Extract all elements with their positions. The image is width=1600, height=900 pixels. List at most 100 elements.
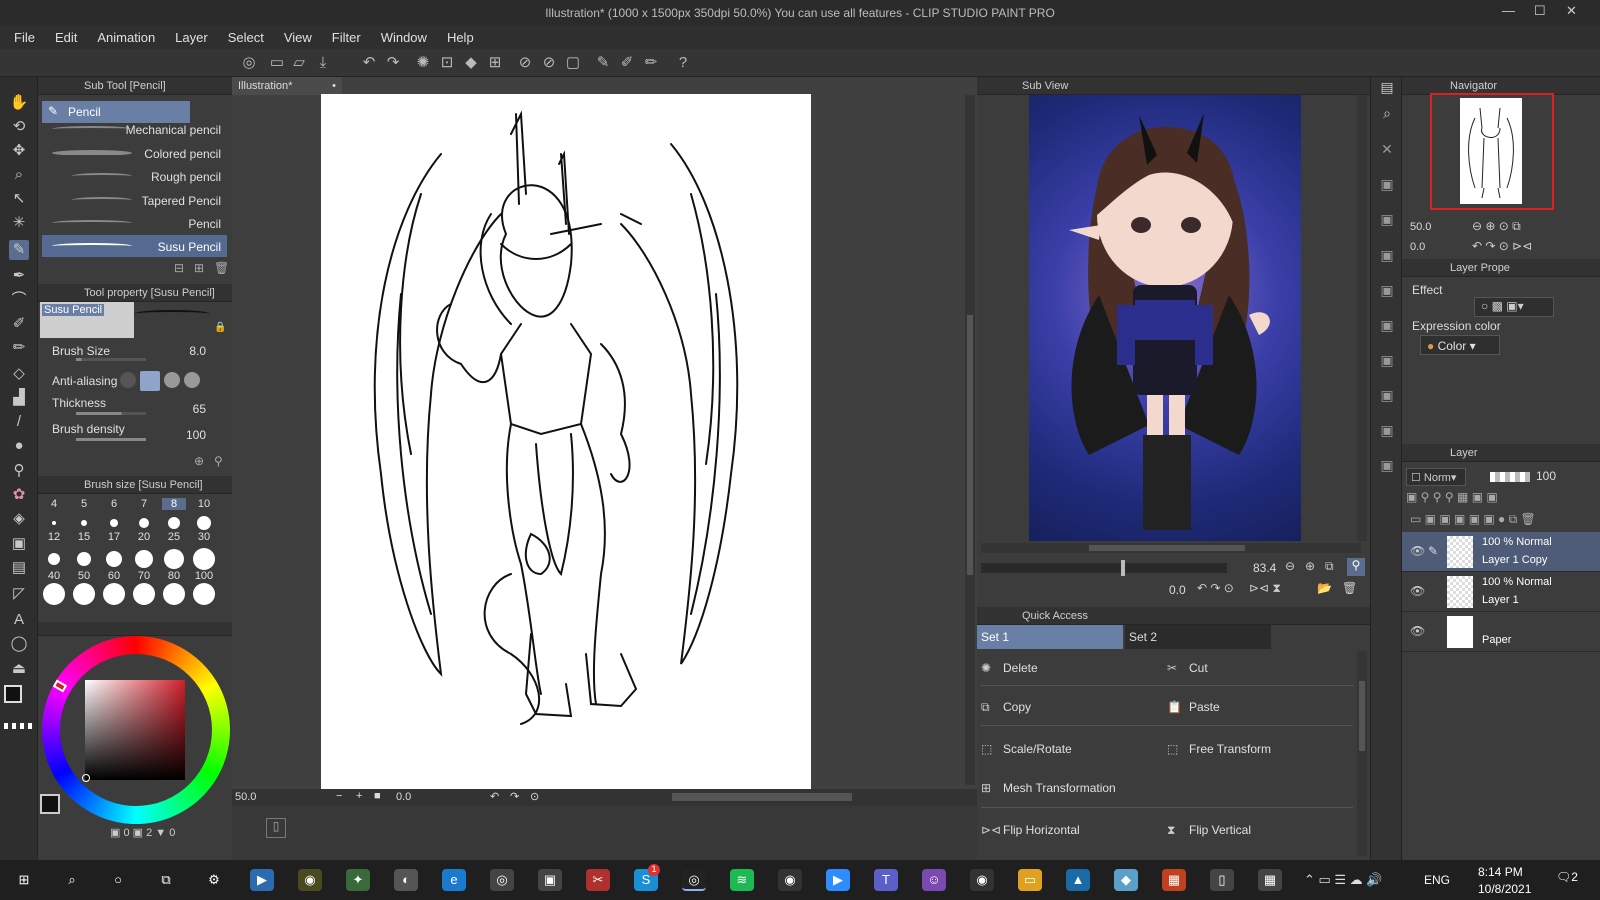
brush-size-row[interactable]: Brush Size 8.0	[52, 344, 222, 361]
minimize-icon[interactable]: —	[1502, 3, 1515, 18]
brush-size-dot[interactable]	[81, 520, 87, 526]
brush-size-option[interactable]: 7	[132, 498, 156, 510]
quick-flip-horizontal-button[interactable]: ⊳⊲ Flip Horizontal	[981, 823, 1080, 837]
brush-size-option[interactable]: 4	[42, 498, 66, 510]
sub-view-delete-icon[interactable]: 🗑	[1342, 581, 1357, 595]
panel-icon-10[interactable]: ▣	[1377, 385, 1397, 405]
windows-start-icon[interactable]: ⊞	[12, 869, 36, 891]
redo-icon[interactable]: ↷	[384, 54, 402, 72]
text-icon[interactable]: A	[9, 610, 29, 630]
sub-tool-rough-pencil[interactable]: Rough pencil	[42, 165, 227, 187]
search-icon[interactable]: ⌕	[60, 869, 84, 891]
layer-row[interactable]: 👁 100 % Normal Layer 1	[1402, 572, 1600, 612]
blend-mode-select[interactable]: ☐ Norm▾	[1406, 468, 1466, 486]
brush-size-dot[interactable]	[197, 516, 211, 530]
aa-weak-icon[interactable]	[140, 371, 160, 391]
panel-icon-4[interactable]: ▣	[1377, 174, 1397, 194]
hand-icon[interactable]: ✋	[9, 93, 29, 113]
cortana-icon[interactable]: ○	[106, 869, 130, 891]
menu-layer[interactable]: Layer	[165, 25, 218, 45]
brush-size-option[interactable]: 6	[102, 498, 126, 510]
brush-size-option[interactable]: 100	[192, 570, 216, 582]
brush-size-dot[interactable]	[43, 583, 65, 605]
file-explorer-icon[interactable]: ▭	[1018, 869, 1042, 891]
brush-size-option[interactable]: 40	[42, 570, 66, 582]
navigator-zoom-value[interactable]: 50.0	[1410, 221, 1431, 233]
snap-special-icon[interactable]: ⊘	[540, 54, 558, 72]
tab-set-1[interactable]: Set 1	[977, 625, 1123, 649]
quick-delete-button[interactable]: ✺ Delete	[981, 661, 1038, 675]
sticker-icon[interactable]: ✿	[9, 485, 29, 505]
opacity-value[interactable]: 100	[1536, 469, 1556, 483]
brush-size-dot[interactable]	[103, 583, 125, 605]
color-cursor[interactable]	[82, 774, 90, 782]
app-icon-2[interactable]: ◉	[298, 869, 322, 891]
help-icon[interactable]: ?	[674, 54, 692, 72]
sub-view-h-scrollbar[interactable]	[981, 543, 1361, 553]
navigator-toggle-icon[interactable]: ▤	[1377, 77, 1397, 97]
eyedropper-icon[interactable]: ⚲	[9, 461, 29, 481]
brush-size-option[interactable]: 60	[102, 570, 126, 582]
pen-pressure-icon[interactable]: ✎	[594, 54, 612, 72]
panel-icon-12[interactable]: ▣	[1377, 455, 1397, 475]
brush-size-option[interactable]: 80	[162, 570, 186, 582]
quick-cut-button[interactable]: ✂ Cut	[1167, 661, 1208, 675]
menu-window[interactable]: Window	[371, 25, 437, 45]
action-center-icon[interactable]: 🗨2	[1556, 870, 1578, 890]
saturation-value-box[interactable]	[85, 680, 185, 780]
menu-help[interactable]: Help	[437, 25, 484, 45]
sub-view-zoom-out-icon[interactable]: ⊖	[1285, 559, 1295, 573]
panel-icon-6[interactable]: ▣	[1377, 245, 1397, 265]
gradient-icon[interactable]: ▣	[9, 534, 29, 554]
canvas-vertical-scrollbar[interactable]	[965, 95, 975, 785]
maximize-icon[interactable]: ☐	[1534, 3, 1546, 19]
panel-icon-11[interactable]: ▣	[1377, 420, 1397, 440]
aa-strong-icon[interactable]	[184, 372, 200, 388]
language-indicator[interactable]: ENG	[1424, 873, 1450, 887]
sub-view-zoom-in-icon[interactable]: ⊕	[1305, 559, 1315, 573]
layer-tool-icons-1[interactable]: ▣ ⚲ ⚲ ⚲ ▦ ▣ ▣	[1406, 490, 1498, 504]
sub-view-scrollbar[interactable]	[1357, 95, 1367, 541]
aa-medium-icon[interactable]	[164, 372, 180, 388]
brush-size-option[interactable]: 5	[72, 498, 96, 510]
brush-size-dot[interactable]	[163, 583, 185, 605]
brush-size-value[interactable]: 8.0	[189, 344, 206, 358]
navigator-preview[interactable]	[1430, 93, 1554, 210]
brush-size-option[interactable]: 20	[132, 531, 156, 543]
rotate-right-icon[interactable]: ↷	[510, 790, 519, 803]
brush-size-option[interactable]: 8	[162, 498, 186, 510]
auto-select-icon[interactable]: ✳	[9, 213, 29, 233]
app-icon-3[interactable]: ✦	[346, 869, 370, 891]
sub-view-zoom-value[interactable]: 83.4	[1253, 561, 1276, 575]
move-icon[interactable]: ✥	[9, 141, 29, 161]
chrome-icon-2[interactable]: ◉	[970, 869, 994, 891]
zoom-rotate-icon[interactable]: ⟲	[9, 117, 29, 137]
brush-size-dot[interactable]	[77, 552, 91, 566]
opacity-slider[interactable]	[1490, 472, 1530, 482]
sub-view-flip-icon[interactable]: ⊳⊲ ⧗	[1249, 581, 1281, 596]
blend-icon[interactable]: ●	[9, 436, 29, 456]
panel-icon-5[interactable]: ▣	[1377, 209, 1397, 229]
brush-size-option[interactable]: 12	[42, 531, 66, 543]
brush-size-dot[interactable]	[73, 583, 95, 605]
brush-density-value[interactable]: 100	[186, 428, 206, 442]
decoration-icon[interactable]: ▟	[9, 388, 29, 408]
fill-icon[interactable]: ◆	[462, 54, 480, 72]
brush-size-dot[interactable]	[193, 548, 215, 570]
clip-studio-taskbar-icon[interactable]: ◎	[682, 869, 706, 891]
layer-tool-icons-2[interactable]: ▭ ▣ ▣ ▣ ▣ ▣ ● ⧉ 🗑	[1410, 512, 1536, 527]
sub-tool-detail-icon[interactable]: ⚲	[214, 454, 223, 468]
save-icon[interactable]: ⤓	[314, 54, 332, 72]
sub-tool-susu-pencil[interactable]: Susu Pencil	[42, 235, 227, 257]
main-color-chip[interactable]	[40, 794, 60, 814]
quick-free-transform-button[interactable]: ⬚ Free Transform	[1167, 742, 1271, 756]
navigator-zoom-icons[interactable]: ⊖ ⊕ ⊙ ⧉	[1472, 219, 1521, 234]
quick-flip-vertical-button[interactable]: ⧗ Flip Vertical	[1167, 823, 1251, 838]
brush-size-dot[interactable]	[139, 518, 149, 528]
quick-access-scrollbar[interactable]	[1357, 651, 1367, 856]
brush-size-dot[interactable]	[133, 583, 155, 605]
zoom-in-icon[interactable]: +	[356, 790, 362, 802]
app-icon-6[interactable]: ◎	[490, 869, 514, 891]
sub-view-rotation-value[interactable]: 0.0	[1169, 583, 1186, 597]
panel-icon-8[interactable]: ▣	[1377, 315, 1397, 335]
